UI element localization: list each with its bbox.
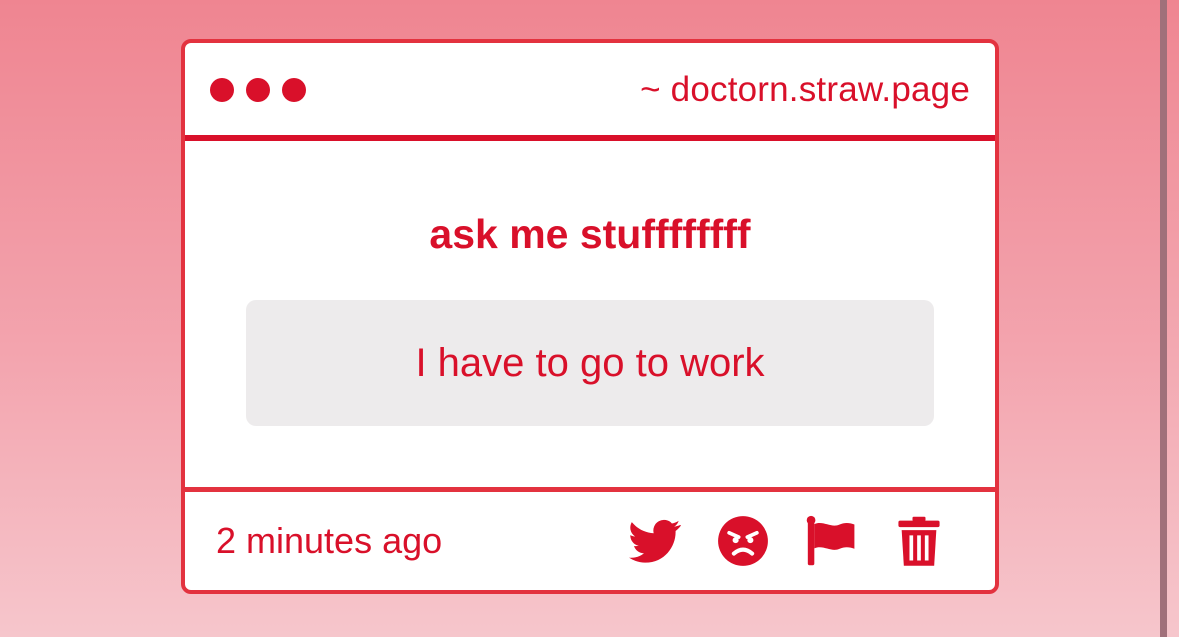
answer-box: I have to go to work (246, 300, 934, 426)
react-angry-button[interactable] (717, 515, 769, 567)
answer-text: I have to go to work (415, 340, 765, 385)
page-url[interactable]: ~ doctorn.straw.page (640, 70, 970, 110)
window-controls (210, 78, 306, 102)
delete-button[interactable] (893, 515, 945, 567)
action-bar (629, 515, 945, 567)
window-dot[interactable] (246, 78, 270, 102)
question-content: ask me stuffffffff I have to go to work (185, 141, 995, 487)
share-twitter-button[interactable] (629, 515, 681, 567)
window-titlebar: ~ doctorn.straw.page (185, 43, 995, 137)
twitter-icon (629, 519, 681, 563)
window-dot[interactable] (282, 78, 306, 102)
window-dot[interactable] (210, 78, 234, 102)
page-scrollbar-thumb[interactable] (1160, 0, 1167, 637)
angry-face-icon (718, 516, 768, 566)
question-card: ~ doctorn.straw.page ask me stuffffffff … (181, 39, 999, 594)
trash-icon (898, 516, 940, 566)
timestamp: 2 minutes ago (216, 520, 443, 561)
flag-icon (806, 515, 855, 566)
card-footer: 2 minutes ago (185, 492, 995, 590)
question-prompt: ask me stuffffffff (429, 211, 751, 257)
report-flag-button[interactable] (805, 515, 857, 567)
